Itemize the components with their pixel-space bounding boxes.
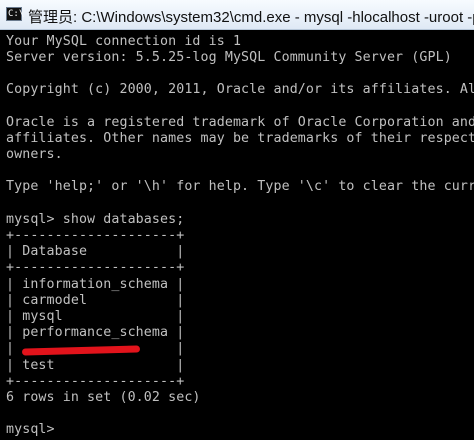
mysql-prompt[interactable]: mysql> bbox=[6, 422, 55, 438]
cmd-icon[interactable]: C:\ bbox=[6, 7, 25, 21]
table-border: +--------------------+ bbox=[6, 374, 185, 389]
table-row: | test | bbox=[6, 358, 185, 373]
console-line: Your MySQL connection id is 1 bbox=[6, 34, 242, 49]
table-header: | Database | bbox=[6, 244, 185, 259]
console-line: Server version: 5.5.25-log MySQL Communi… bbox=[6, 50, 452, 65]
console-line: affiliates. Other names may be trademark… bbox=[6, 131, 474, 146]
console-area[interactable]: Your MySQL connection id is 1 Server ver… bbox=[0, 30, 474, 440]
window-title: 管理员: C:\Windows\system32\cmd.exe - mysql… bbox=[28, 9, 474, 26]
console-line: owners. bbox=[6, 147, 63, 162]
console-line: Oracle is a registered trademark of Orac… bbox=[6, 115, 474, 130]
table-border: +--------------------+ bbox=[6, 228, 185, 243]
table-row: | mysql | bbox=[6, 309, 185, 324]
table-row: | performance_schema | bbox=[6, 325, 185, 340]
cmd-icon-glyph: C:\ bbox=[8, 9, 25, 19]
cmd-window: C:\ 管理员: C:\Windows\system32\cmd.exe - m… bbox=[0, 0, 474, 440]
result-summary: 6 rows in set (0.02 sec) bbox=[6, 390, 201, 405]
console-line: mysql> show databases; bbox=[6, 212, 185, 227]
table-border: +--------------------+ bbox=[6, 260, 185, 275]
table-row: | information_schema | bbox=[6, 277, 185, 292]
console-line: Type 'help;' or '\h' for help. Type '\c'… bbox=[6, 179, 474, 194]
title-bar[interactable]: C:\ 管理员: C:\Windows\system32\cmd.exe - m… bbox=[0, 0, 474, 30]
console-line: Copyright (c) 2000, 2011, Oracle and/or … bbox=[6, 82, 474, 97]
table-row: | carmodel | bbox=[6, 293, 185, 308]
